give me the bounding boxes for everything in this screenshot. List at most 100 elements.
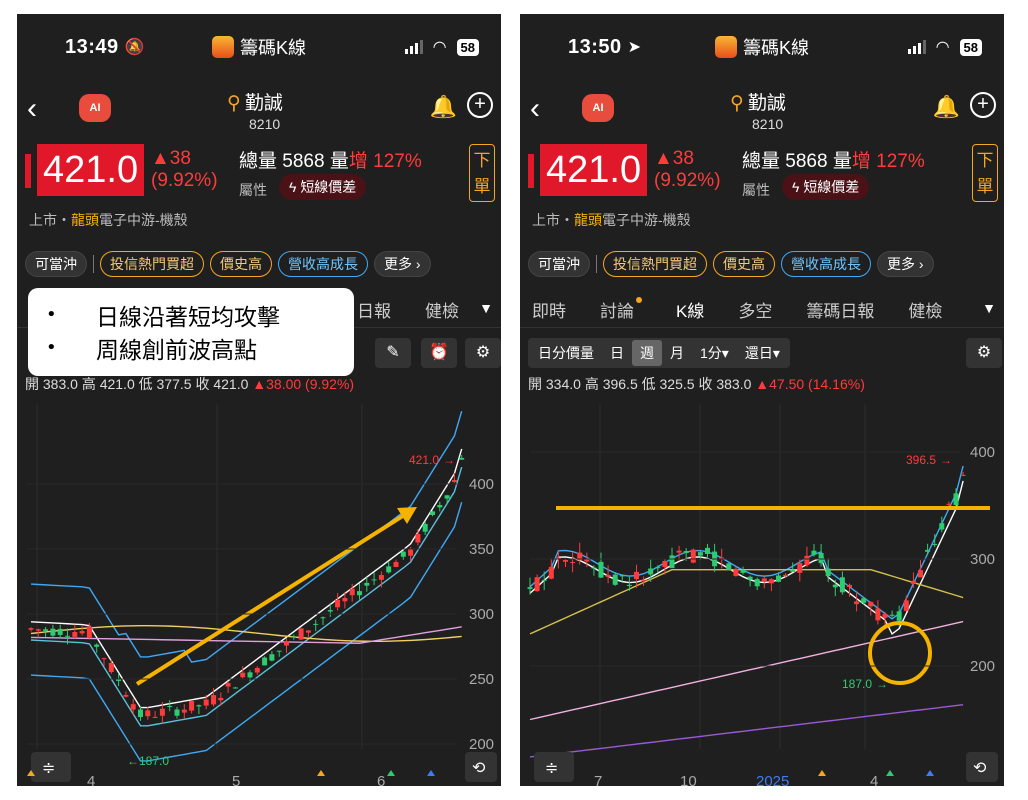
candlesticks xyxy=(527,472,966,628)
phone-screenshot-left: 13:49 🔕 籌碼K線 ◠ 58 ‹ AI ⚲ 勤誠 8210 🔔 + 421.… xyxy=(17,14,501,786)
tag-day-trade[interactable]: 可當沖 xyxy=(528,251,590,277)
app-name-text: 籌碼K線 xyxy=(240,38,307,58)
search-icon: ⚲ xyxy=(227,93,241,114)
rotate-icon: ⟲ xyxy=(973,758,987,777)
event-marker xyxy=(886,770,894,776)
quote-panel: 421.0 ▲38 (9.92%) 總量 5868 量增 127% 屬性 ϟ 短… xyxy=(17,144,501,214)
x-tick-label: 4 xyxy=(870,773,878,786)
kline-chart-weekly[interactable]: 396.5 → 187.0 → 400 300 200 7 10 2025 4 ≑ ⟲ xyxy=(520,394,1004,786)
add-watchlist-button[interactable]: + xyxy=(467,92,493,118)
stock-search[interactable]: ⚲ 勤誠 xyxy=(730,88,786,115)
high-price-label: 396.5 xyxy=(906,453,936,467)
period-minute[interactable]: 1分▾ xyxy=(692,340,737,366)
app-name: 籌碼K線 xyxy=(212,34,306,60)
tab-chip-daily[interactable]: 籌碼日報 xyxy=(806,297,874,322)
wifi-icon: ◠ xyxy=(432,39,447,56)
attribute-tag[interactable]: ϟ 短線價差 xyxy=(782,174,870,200)
draw-pen-icon[interactable]: ✎ xyxy=(375,338,411,368)
tab-daily-report[interactable]: 日報 xyxy=(357,297,391,322)
y-tick-label: 250 xyxy=(469,671,494,688)
x-axis-ticks: 4 5 6 xyxy=(87,773,385,786)
last-price: 421.0 xyxy=(540,144,648,196)
add-watchlist-button[interactable]: + xyxy=(970,92,996,118)
attribute-label: 屬性 xyxy=(742,182,770,198)
bell-icon[interactable]: 🔔 xyxy=(430,94,457,120)
price-marker xyxy=(25,154,31,188)
tag-revenue-growth[interactable]: 營收高成長 xyxy=(781,251,871,277)
tab-discussion[interactable]: 討論 xyxy=(600,297,642,322)
annotation-line-2: 周線創前波高點 xyxy=(96,337,257,364)
period-selector: 日分價量 日 週 月 1分▾ 還日▾ xyxy=(528,338,790,368)
bell-icon[interactable]: 🔔 xyxy=(933,94,960,120)
period-intraday[interactable]: 日分價量 xyxy=(530,340,602,366)
tab-long-short[interactable]: 多空 xyxy=(738,297,772,322)
total-volume: 總量 5868 量增 127% xyxy=(742,151,925,172)
status-time: 13:49 xyxy=(65,35,119,58)
ai-robot-icon[interactable]: AI xyxy=(582,94,614,122)
price-change-pct: (9.92%) xyxy=(654,170,721,191)
ohlc-readout: 開 383.0 高 421.0 低 377.5 收 421.0 ▲38.00 (… xyxy=(25,376,355,392)
back-button[interactable]: ‹ xyxy=(530,92,540,126)
annotation-line-1: 日線沿著短均攻擊 xyxy=(96,304,280,331)
stock-header: ‹ AI ⚲ 勤誠 8210 🔔 + xyxy=(17,86,501,138)
wifi-icon: ◠ xyxy=(935,39,950,56)
stock-header: ‹ AI ⚲ 勤誠 8210 🔔 + xyxy=(520,86,1004,138)
tag-day-trade[interactable]: 可當沖 xyxy=(25,251,87,277)
battery-icon: 58 xyxy=(959,38,982,56)
annotation-callout: • 日線沿著短均攻擊 • 周線創前波高點 xyxy=(28,288,354,376)
adjust-mode[interactable]: 還日▾ xyxy=(737,340,788,366)
tag-price-history-high[interactable]: 價史高 xyxy=(210,251,272,277)
tab-health-check[interactable]: 健檢 xyxy=(908,297,942,322)
x-tick-label: 7 xyxy=(594,773,602,786)
tag-trust-buy[interactable]: 投信熱門買超 xyxy=(100,251,204,277)
period-month[interactable]: 月 xyxy=(662,340,692,366)
tag-trust-buy[interactable]: 投信熱門買超 xyxy=(603,251,707,277)
gear-icon[interactable]: ⚙ xyxy=(465,338,501,368)
alarm-icon[interactable]: ⏰ xyxy=(421,338,457,368)
tab-realtime[interactable]: 即時 xyxy=(532,297,566,322)
status-bar: 13:49 🔕 籌碼K線 ◠ 58 xyxy=(17,14,501,80)
high-price-arrow: → xyxy=(940,453,952,467)
x-tick-label: 2025 xyxy=(756,773,789,786)
period-week[interactable]: 週 xyxy=(632,340,662,366)
tag-more[interactable]: 更多 › xyxy=(877,251,934,277)
tag-revenue-growth[interactable]: 營收高成長 xyxy=(278,251,368,277)
status-time: 13:50 xyxy=(568,35,622,58)
stock-name: 勤誠 xyxy=(244,93,283,114)
feature-tags: 可當沖 投信熱門買超 價史高 營收高成長 更多 › xyxy=(528,250,1004,278)
last-price: 421.0 xyxy=(37,144,145,196)
x-tick-label: 5 xyxy=(232,773,240,786)
y-tick-label: 300 xyxy=(469,606,494,623)
feature-tags: 可當沖 投信熱門買超 價史高 營收高成長 更多 › xyxy=(25,250,501,278)
stock-search[interactable]: ⚲ 勤誠 xyxy=(227,88,283,115)
low-price-label: 187.0 xyxy=(139,754,169,768)
attribute-tag[interactable]: ϟ 短線價差 xyxy=(279,174,367,200)
price-change: ▲38 xyxy=(151,148,191,169)
tab-health-check[interactable]: 健檢 xyxy=(425,297,459,322)
caret-down-icon[interactable]: ▼ xyxy=(982,300,996,316)
tag-price-history-high[interactable]: 價史高 xyxy=(713,251,775,277)
ai-robot-icon[interactable]: AI xyxy=(79,94,111,122)
x-tick-label: 4 xyxy=(87,773,95,786)
back-button[interactable]: ‹ xyxy=(27,92,37,126)
bell-slash-icon: 🔕 xyxy=(124,39,145,56)
app-logo-icon xyxy=(212,36,234,58)
place-order-button[interactable]: 下單 xyxy=(972,144,998,202)
adjust-icon: ≑ xyxy=(42,758,55,777)
tab-kline[interactable]: K線 xyxy=(676,297,704,322)
kline-chart-daily[interactable]: 421.0 → ← 187.0 400 350 300 250 200 4 5 6 ≑ ⟲ xyxy=(17,394,501,786)
bullet: • xyxy=(46,304,57,325)
tag-more[interactable]: 更多 › xyxy=(374,251,431,277)
signal-icon xyxy=(404,40,423,54)
signal-icon xyxy=(907,40,926,54)
gear-icon[interactable]: ⚙ xyxy=(966,338,1002,368)
price-change-pct: (9.92%) xyxy=(151,170,218,191)
period-day[interactable]: 日 xyxy=(602,340,632,366)
place-order-button[interactable]: 下單 xyxy=(469,144,495,202)
caret-down-icon[interactable]: ▼ xyxy=(479,300,493,316)
high-price-arrow: → xyxy=(443,453,455,467)
app-name-text: 籌碼K線 xyxy=(743,38,810,58)
app-logo-icon xyxy=(715,36,737,58)
event-marker xyxy=(818,770,826,776)
bollinger-bands xyxy=(30,411,463,762)
